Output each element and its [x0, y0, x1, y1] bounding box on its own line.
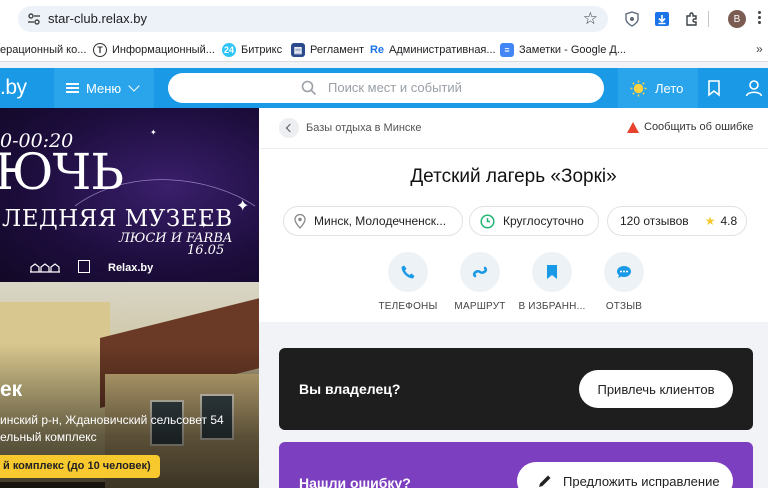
owner-banner: Вы владелец? Привлечь клиентов	[279, 348, 753, 430]
bookmark-label: Административная...	[389, 44, 496, 56]
error-banner: Нашли ошибку? Предложить исправление	[279, 442, 753, 488]
suggest-fix-button[interactable]: Предложить исправление	[517, 462, 733, 488]
route-icon	[460, 252, 500, 292]
search-icon	[301, 80, 317, 96]
hamburger-icon	[66, 83, 79, 93]
route-button[interactable]: МАРШРУТ	[440, 252, 520, 312]
chevron-down-icon	[128, 80, 140, 92]
search-input[interactable]	[328, 80, 588, 95]
toolbar-separator	[706, 9, 710, 29]
place-title: Детский лагерь «Зоркі»	[410, 166, 617, 187]
review-button[interactable]: ОТЗЫВ	[584, 252, 664, 312]
bookmark-label: ерационный ко...	[0, 44, 87, 56]
bookmark-info[interactable]: T Информационный...	[93, 42, 215, 58]
place-card: Базы отдыха в Минске Сообщить об ошибке …	[259, 108, 768, 322]
partner-logo	[30, 263, 60, 273]
bookmark-reglament[interactable]: ▤ Регламент	[291, 42, 364, 58]
shield-extension-icon[interactable]	[622, 9, 642, 29]
breadcrumb-label[interactable]: Базы отдыха в Минске	[306, 122, 421, 134]
action-label: ТЕЛЕФОНЫ	[378, 301, 438, 312]
bookmarks-bar: ерационный ко... T Информационный... 24 …	[0, 38, 768, 62]
action-bar: ТЕЛЕФОНЫ МАРШРУТ В ИЗБРАНН... ОТЗЫВ	[259, 252, 768, 314]
address-line: инский р-н, Ждановичский сельсовет 54	[0, 413, 224, 427]
address-line: ельный комплекс	[0, 430, 97, 444]
breadcrumb[interactable]: Базы отдыха в Минске	[279, 118, 421, 138]
location-pin-icon	[294, 213, 306, 229]
report-error-link[interactable]: Сообщить об ошибке	[627, 121, 753, 133]
poster-headline: ЮЧЬ	[0, 143, 124, 201]
info-site-icon: T	[93, 43, 107, 57]
location-text: Минск, Молодечненск...	[314, 214, 447, 228]
search-box[interactable]	[168, 73, 604, 103]
poster-subtitle: ЛЕДНЯЯ МУЗЕЕВ	[2, 206, 233, 232]
document-site-icon: ▤	[291, 43, 305, 57]
pencil-icon	[539, 475, 551, 487]
warning-icon	[627, 121, 639, 133]
attract-clients-button[interactable]: Привлечь клиентов	[579, 370, 733, 408]
bookmark-label: Битрикс	[241, 44, 283, 56]
site-settings-icon[interactable]	[26, 11, 42, 27]
address-bar[interactable]: star-club.relax.by ☆	[18, 6, 608, 32]
sparkle-icon: ✦	[150, 128, 157, 137]
bookmark-icon	[532, 252, 572, 292]
user-icon[interactable]	[744, 78, 764, 98]
divider	[259, 148, 768, 149]
url-text[interactable]: star-club.relax.by	[48, 11, 147, 26]
left-banners: ✦ ✦ ✦ 0-00:20 ЮЧЬ ЛЕДНЯЯ МУЗЕЕВ ЛЮСИ И F…	[0, 108, 259, 488]
more-bookmarks-button[interactable]: »	[756, 42, 763, 56]
browser-menu-icon[interactable]	[758, 11, 762, 27]
bookmark-google-notes[interactable]: ≡ Заметки - Google Д...	[500, 42, 626, 58]
bookmark-label: Заметки - Google Д...	[519, 44, 626, 56]
bookmark-icon[interactable]	[704, 78, 724, 98]
bitrix-icon: 24	[222, 43, 236, 57]
promo-photo-card[interactable]: ек инский р-н, Ждановичский сельсовет 54…	[0, 282, 259, 488]
owner-question: Вы владелец?	[299, 381, 401, 397]
rating-value: 4.8	[720, 214, 738, 228]
suggest-fix-label: Предложить исправление	[563, 473, 720, 488]
menu-label: Меню	[86, 80, 122, 96]
promo-title: ек	[0, 378, 23, 401]
rating-chip[interactable]: 120 отзывов ★ 4.8	[607, 206, 747, 236]
extensions-puzzle-icon[interactable]	[682, 9, 702, 29]
phones-button[interactable]: ТЕЛЕФОНЫ	[368, 252, 448, 312]
favorites-button[interactable]: В ИЗБРАНН...	[512, 252, 592, 312]
bookmark-star-icon[interactable]: ☆	[583, 9, 598, 29]
hours-text: Круглосуточно	[503, 214, 584, 228]
bookmark-operational[interactable]: ерационный ко...	[0, 42, 86, 58]
browser-toolbar: star-club.relax.by ☆ B	[0, 0, 768, 38]
action-label: ОТЗЫВ	[605, 301, 643, 312]
download-extension-icon[interactable]	[652, 9, 672, 29]
bookmark-bitrix[interactable]: 24 Битрикс	[222, 42, 282, 58]
clock-icon	[480, 213, 495, 229]
site-header: .by Меню Лето	[0, 68, 768, 108]
error-question: Нашли ошибку?	[299, 475, 411, 488]
poster-date: 16.05	[187, 243, 225, 258]
google-docs-icon: ≡	[500, 43, 514, 57]
hours-chip[interactable]: Круглосуточно	[469, 206, 599, 236]
menu-button[interactable]: Меню	[54, 68, 154, 108]
bookmark-label: Регламент	[310, 44, 365, 56]
action-label: В ИЗБРАНН...	[518, 301, 586, 312]
back-arrow-icon[interactable]	[279, 118, 299, 138]
partner-logo	[78, 260, 90, 273]
sun-icon	[630, 79, 647, 97]
action-label: МАРШРУТ	[454, 301, 506, 312]
museum-night-poster[interactable]: ✦ ✦ ✦ 0-00:20 ЮЧЬ ЛЕДНЯЯ МУЗЕЕВ ЛЮСИ И F…	[0, 108, 259, 282]
report-label: Сообщить об ошибке	[644, 121, 754, 133]
star-icon: ★	[704, 214, 716, 228]
promo-tag: й комплекс (до 10 человек)	[0, 455, 160, 478]
bookmark-label: Информационный...	[112, 44, 215, 56]
site-logo[interactable]: .by	[0, 76, 27, 100]
relax-logo: Relax.by	[108, 262, 154, 274]
profile-avatar[interactable]: B	[728, 10, 746, 28]
season-toggle[interactable]: Лето	[618, 68, 698, 108]
location-chip[interactable]: Минск, Молодечненск...	[283, 206, 463, 236]
comment-icon	[604, 252, 644, 292]
promo-address: инский р-н, Ждановичский сельсовет 54 ел…	[0, 412, 259, 446]
re-site-icon: Re	[369, 43, 385, 57]
reviews-count: 120 отзывов	[620, 214, 689, 228]
phone-icon	[388, 252, 428, 292]
bookmark-administrative[interactable]: Re Административная...	[370, 42, 496, 58]
season-label: Лето	[655, 80, 684, 96]
